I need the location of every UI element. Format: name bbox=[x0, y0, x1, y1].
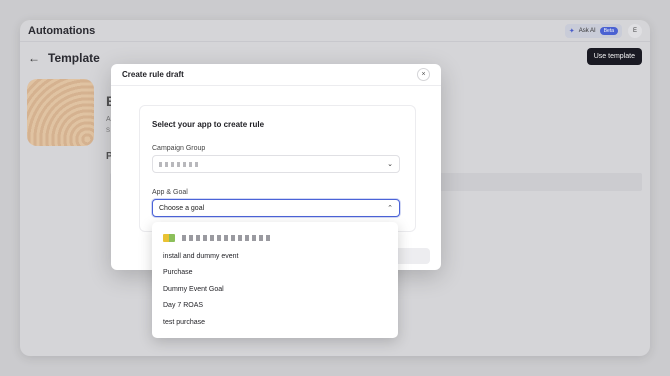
goal-option[interactable]: install and dummy event bbox=[152, 248, 398, 265]
campaign-group-label: Campaign Group bbox=[152, 145, 206, 152]
dropdown-app-group bbox=[152, 228, 398, 248]
chevron-down-icon: ⌄ bbox=[387, 161, 393, 168]
chevron-up-icon: ⌃ bbox=[387, 205, 393, 212]
app-goal-label: App & Goal bbox=[152, 189, 188, 196]
select-app-card: Select your app to create rule Campaign … bbox=[139, 105, 416, 232]
app-goal-select[interactable]: Choose a goal ⌃ bbox=[152, 199, 400, 217]
card-heading: Select your app to create rule bbox=[152, 120, 265, 129]
app-name-redacted bbox=[182, 235, 272, 241]
close-icon[interactable]: × bbox=[417, 68, 430, 81]
modal-title: Create rule draft bbox=[122, 70, 184, 79]
app-goal-placeholder: Choose a goal bbox=[159, 204, 205, 212]
goal-option[interactable]: test purchase bbox=[152, 314, 398, 331]
modal-header: Create rule draft × bbox=[111, 64, 441, 86]
app-goal-dropdown: install and dummy event Purchase Dummy E… bbox=[152, 222, 398, 338]
app-logo-icon bbox=[163, 234, 175, 242]
goal-option[interactable]: Day 7 ROAS bbox=[152, 298, 398, 315]
campaign-group-select[interactable]: ⌄ bbox=[152, 155, 400, 173]
campaign-group-value bbox=[159, 161, 199, 167]
goal-option[interactable]: Purchase bbox=[152, 265, 398, 282]
goal-option[interactable]: Dummy Event Goal bbox=[152, 281, 398, 298]
